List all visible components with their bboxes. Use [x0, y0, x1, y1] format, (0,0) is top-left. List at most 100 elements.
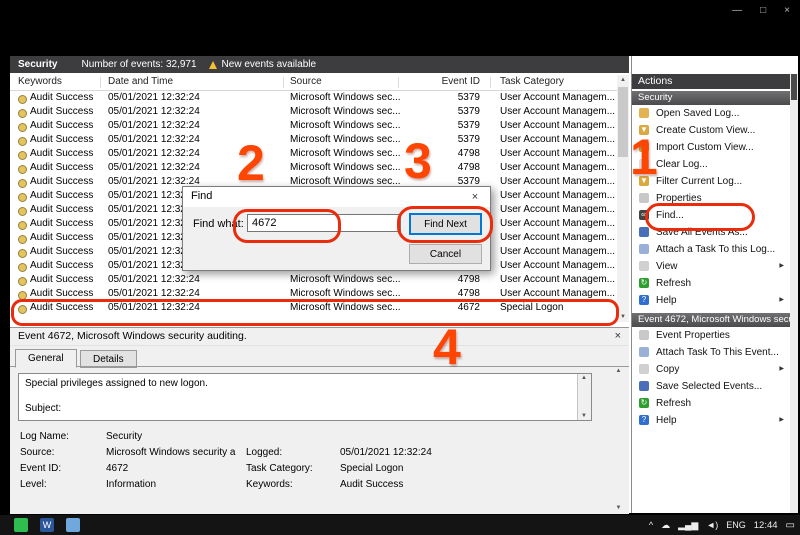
column-date-time[interactable]: Date and Time [108, 76, 173, 87]
language-indicator[interactable]: ENG [726, 520, 746, 530]
cell-task-category: User Account Managem... [500, 148, 615, 159]
column-divider[interactable] [283, 77, 284, 88]
field-label: Event ID: [20, 463, 61, 474]
photos-app-icon[interactable] [66, 518, 80, 532]
action-item-refresh[interactable]: ↻ Refresh [632, 275, 790, 292]
chat-app-icon[interactable] [14, 518, 28, 532]
submenu-arrow-icon: ▶ [779, 412, 784, 429]
cell-task-category: User Account Managem... [500, 288, 615, 299]
key-icon [18, 123, 27, 132]
action-item-label: Event Properties [656, 327, 730, 344]
find-dialog-title: Find [191, 190, 212, 202]
action-item-help[interactable]: ? Help ▶ [632, 412, 790, 429]
action-item-refresh[interactable]: ↻ Refresh [632, 395, 790, 412]
word-app-icon[interactable]: W [40, 518, 54, 532]
tab-general[interactable]: General [15, 349, 77, 368]
column-divider[interactable] [100, 77, 101, 88]
table-row[interactable]: Audit Success 05/01/2021 12:32:24 Micros… [10, 274, 617, 288]
scroll-thumb[interactable] [791, 74, 797, 100]
cell-source: Microsoft Windows sec... [290, 288, 401, 299]
cloud-icon[interactable]: ☁ [661, 520, 670, 531]
column-event-id[interactable]: Event ID [405, 76, 480, 87]
field-label: Log Name: [20, 431, 69, 442]
scroll-up-icon[interactable]: ▲ [617, 75, 629, 85]
cell-keywords: Audit Success [30, 92, 93, 103]
key-icon [18, 221, 27, 230]
key-icon [18, 263, 27, 272]
cell-keywords: Audit Success [30, 260, 93, 271]
close-button[interactable]: × [784, 5, 790, 16]
table-row[interactable]: Audit Success 05/01/2021 12:32:24 Micros… [10, 120, 617, 134]
action-item-label: Attach a Task To this Log... [656, 241, 775, 258]
scroll-down-icon[interactable]: ▼ [578, 413, 590, 419]
cell-event-id: 5379 [405, 120, 480, 131]
actions-scrollbar[interactable] [790, 74, 798, 513]
warning-icon [209, 61, 217, 69]
cell-keywords: Audit Success [30, 232, 93, 243]
description-scrollbar[interactable]: ▲ ▼ [577, 374, 591, 420]
column-source[interactable]: Source [290, 76, 322, 87]
find-dialog-close-button[interactable]: × [460, 187, 490, 207]
scroll-thumb[interactable] [618, 87, 628, 157]
section-header-security[interactable]: Security [632, 91, 790, 105]
section-header-event-4672[interactable]: Event 4672, Microsoft Windows secur... [632, 313, 790, 327]
cell-task-category: User Account Managem... [500, 232, 615, 243]
annotation-circle-event-row [11, 299, 619, 326]
detail-close-icon[interactable]: × [615, 330, 621, 342]
action-item-label: Filter Current Log... [656, 173, 742, 190]
find-dialog-titlebar[interactable]: Find × [183, 187, 490, 207]
action-item-view[interactable]: View ▶ [632, 258, 790, 275]
detail-field-row: Level: Information Keywords: Audit Succe… [10, 479, 606, 495]
table-row[interactable]: Audit Success 05/01/2021 12:32:24 Micros… [10, 134, 617, 148]
cancel-button[interactable]: Cancel [409, 244, 482, 264]
action-item-attach-task-to-this-event[interactable]: Attach Task To This Event... [632, 344, 790, 361]
screen: — □ × Security Number of events: 32,971 … [0, 0, 800, 535]
action-item-help[interactable]: ? Help ▶ [632, 292, 790, 309]
actions-section-event-4672: Event 4672, Microsoft Windows secur... E… [632, 313, 790, 429]
detail-scrollbar[interactable]: ▲ ▼ [612, 367, 625, 512]
action-item-copy[interactable]: Copy ▶ [632, 361, 790, 378]
field-label: Source: [20, 447, 54, 458]
action-item-label: Help [656, 412, 677, 429]
maximize-button[interactable]: □ [760, 5, 766, 16]
network-signal-icon[interactable]: ▂▄▆ [678, 520, 698, 531]
detail-field-row: Log Name: Security [10, 431, 606, 447]
refresh-icon: ↻ [639, 398, 649, 408]
clock[interactable]: 12:44 [754, 520, 778, 531]
cell-date-time: 05/01/2021 12:32:24 [108, 120, 200, 131]
scroll-up-icon[interactable]: ▲ [612, 368, 625, 374]
chevron-up-icon[interactable]: ^ [649, 520, 653, 530]
table-row[interactable]: Audit Success 05/01/2021 12:32:24 Micros… [10, 92, 617, 106]
annotation-step-2: 2 [237, 138, 265, 188]
cell-keywords: Audit Success [30, 274, 93, 285]
event-description-box[interactable]: Special privileges assigned to new logon… [18, 373, 592, 421]
cell-keywords: Audit Success [30, 204, 93, 215]
table-row[interactable]: Audit Success 05/01/2021 12:32:24 Micros… [10, 106, 617, 120]
action-item-open-saved-log[interactable]: Open Saved Log... [632, 105, 790, 122]
table-row[interactable]: Audit Success 05/01/2021 12:32:24 Micros… [10, 148, 617, 162]
cell-event-id: 4798 [405, 274, 480, 285]
table-row[interactable]: Audit Success 05/01/2021 12:32:24 Micros… [10, 162, 617, 176]
action-item-event-properties[interactable]: Event Properties [632, 327, 790, 344]
action-item-label: Save Selected Events... [656, 378, 762, 395]
notification-center-icon[interactable]: ▭ [786, 520, 795, 531]
column-task-category[interactable]: Task Category [500, 76, 564, 87]
tab-divider [10, 366, 629, 367]
table-scrollbar[interactable]: ▲ ▼ [617, 75, 629, 322]
events-count-label: Number of events: 32,971 [81, 59, 196, 70]
cell-source: Microsoft Windows sec... [290, 148, 401, 159]
column-divider[interactable] [490, 77, 491, 88]
minimize-button[interactable]: — [732, 5, 742, 16]
action-item-save-selected-events[interactable]: Save Selected Events... [632, 378, 790, 395]
action-item-label: View [656, 258, 678, 275]
detail-titlebar: Event 4672, Microsoft Windows security a… [10, 328, 629, 346]
column-keywords[interactable]: Keywords [18, 76, 62, 87]
column-divider[interactable] [398, 77, 399, 88]
scroll-up-icon[interactable]: ▲ [578, 375, 590, 381]
detail-panel: Event 4672, Microsoft Windows security a… [10, 327, 629, 514]
volume-icon[interactable]: ◄) [706, 520, 718, 530]
action-item-attach-a-task-to-this-log[interactable]: Attach a Task To this Log... [632, 241, 790, 258]
refresh-icon: ↻ [639, 278, 649, 288]
scroll-down-icon[interactable]: ▼ [612, 505, 625, 511]
cell-event-id: 5379 [405, 106, 480, 117]
